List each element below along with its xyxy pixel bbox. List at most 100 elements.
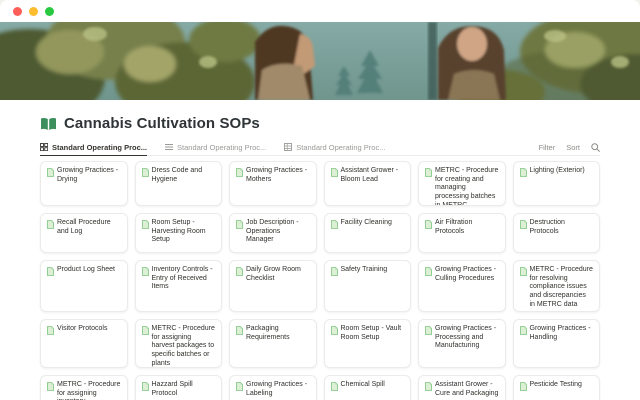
sop-card[interactable]: Growing Practices - Culling Procedures bbox=[418, 260, 506, 312]
close-window-button[interactable] bbox=[13, 7, 22, 16]
sop-card[interactable]: METRC - Procedure for resolving complian… bbox=[513, 260, 601, 312]
sop-card[interactable]: Growing Practices - Mothers bbox=[229, 161, 317, 206]
card-title: Growing Practices - Labeling bbox=[246, 381, 310, 398]
green-page-icon bbox=[142, 168, 149, 177]
card-title: Recall Procedure and Log bbox=[57, 219, 121, 236]
green-page-icon bbox=[236, 220, 243, 229]
tab-label: Standard Operating Proc... bbox=[177, 143, 266, 152]
tab-table-view[interactable]: Standard Operating Proc... bbox=[284, 139, 385, 155]
card-title: Lighting (Exterior) bbox=[530, 167, 585, 176]
card-title: Pesticide Testing bbox=[530, 381, 582, 390]
green-page-icon bbox=[47, 220, 54, 229]
green-page-icon bbox=[425, 267, 432, 276]
sop-card[interactable]: Chemical Spill bbox=[324, 375, 412, 400]
sop-card[interactable]: Visitor Protocols bbox=[40, 319, 128, 368]
green-page-icon bbox=[236, 326, 243, 335]
view-controls: Filter Sort bbox=[539, 143, 600, 152]
card-title: Chemical Spill bbox=[341, 381, 385, 390]
card-title: Job Description - Operations Manager bbox=[246, 219, 310, 245]
sop-card[interactable]: Lighting (Exterior) bbox=[513, 161, 601, 206]
green-page-icon bbox=[142, 267, 149, 276]
tab-label: Standard Operating Proc... bbox=[296, 143, 385, 152]
sop-card[interactable]: Dress Code and Hygiene bbox=[135, 161, 223, 206]
sop-card[interactable]: Pesticide Testing bbox=[513, 375, 601, 400]
card-title: Hazzard Spill Protocol bbox=[152, 381, 216, 398]
card-title: Packaging Requirements bbox=[246, 325, 310, 342]
page-cover-image bbox=[0, 22, 640, 100]
sop-card[interactable]: METRC - Procedure for assigning harvest … bbox=[135, 319, 223, 368]
green-page-icon bbox=[142, 326, 149, 335]
green-page-icon bbox=[236, 168, 243, 177]
card-title: METRC - Procedure for creating and manag… bbox=[435, 167, 499, 206]
card-title: Daily Grow Room Checklist bbox=[246, 266, 310, 283]
card-title: Safety Training bbox=[341, 266, 388, 275]
green-page-icon bbox=[425, 168, 432, 177]
sop-card[interactable]: Growing Practices - Drying bbox=[40, 161, 128, 206]
card-title: Assistant Grower - Cure and Packaging bbox=[435, 381, 499, 398]
zoom-window-button[interactable] bbox=[45, 7, 54, 16]
sop-card[interactable]: Room Setup - Harvesting Room Setup bbox=[135, 213, 223, 253]
green-open-book-icon bbox=[40, 117, 57, 131]
card-title: METRC - Procedure for assigning inventor… bbox=[57, 381, 121, 400]
sop-card[interactable]: Packaging Requirements bbox=[229, 319, 317, 368]
sop-card[interactable]: Growing Practices - Labeling bbox=[229, 375, 317, 400]
card-title: Room Setup - Vault Room Setup bbox=[341, 325, 405, 342]
tab-gallery-view[interactable]: Standard Operating Proc... bbox=[40, 139, 147, 155]
green-page-icon bbox=[47, 267, 54, 276]
card-title: Air Filtration Protocols bbox=[435, 219, 499, 236]
sop-card[interactable]: Assistant Grower - Cure and Packaging bbox=[418, 375, 506, 400]
tab-list-view[interactable]: Standard Operating Proc... bbox=[165, 139, 266, 155]
filter-button[interactable]: Filter bbox=[539, 143, 556, 152]
green-page-icon bbox=[425, 382, 432, 391]
sop-card[interactable]: Job Description - Operations Manager bbox=[229, 213, 317, 253]
card-title: Destruction Protocols bbox=[530, 219, 594, 236]
cover-illustration bbox=[0, 22, 640, 100]
card-title: Growing Practices - Mothers bbox=[246, 167, 310, 184]
card-title: Growing Practices - Culling Procedures bbox=[435, 266, 499, 283]
view-tabbar: Standard Operating Proc... Standard Oper… bbox=[40, 139, 600, 156]
page-header: Cannabis Cultivation SOPs bbox=[40, 113, 600, 134]
card-title: Growing Practices - Drying bbox=[57, 167, 121, 184]
sop-card[interactable]: Destruction Protocols bbox=[513, 213, 601, 253]
titlebar bbox=[0, 0, 640, 22]
sop-card[interactable]: Product Log Sheet bbox=[40, 260, 128, 312]
sop-card[interactable]: Facility Cleaning bbox=[324, 213, 412, 253]
green-page-icon bbox=[425, 220, 432, 229]
green-page-icon bbox=[47, 382, 54, 391]
green-page-icon bbox=[47, 326, 54, 335]
green-page-icon bbox=[520, 220, 527, 229]
card-title: Inventory Controls - Entry of Received I… bbox=[152, 266, 216, 292]
list-view-icon bbox=[165, 143, 173, 151]
sop-card[interactable]: Daily Grow Room Checklist bbox=[229, 260, 317, 312]
app-window: Cannabis Cultivation SOPs Standard Opera… bbox=[0, 0, 640, 400]
green-page-icon bbox=[47, 168, 54, 177]
minimize-window-button[interactable] bbox=[29, 7, 38, 16]
green-page-icon bbox=[331, 267, 338, 276]
sop-card[interactable]: Growing Practices - Processing and Manuf… bbox=[418, 319, 506, 368]
card-title: METRC - Procedure for resolving complian… bbox=[530, 266, 594, 310]
sop-card[interactable]: Room Setup - Vault Room Setup bbox=[324, 319, 412, 368]
sort-button[interactable]: Sort bbox=[566, 143, 580, 152]
table-view-icon bbox=[284, 143, 292, 151]
sop-card[interactable]: METRC - Procedure for creating and manag… bbox=[418, 161, 506, 206]
green-page-icon bbox=[331, 220, 338, 229]
search-icon[interactable] bbox=[591, 143, 600, 152]
card-grid: Growing Practices - Drying Dress Code an… bbox=[40, 161, 600, 400]
sop-card[interactable]: METRC - Procedure for assigning inventor… bbox=[40, 375, 128, 400]
card-title: Growing Practices - Handling bbox=[530, 325, 594, 342]
green-page-icon bbox=[425, 326, 432, 335]
card-title: Product Log Sheet bbox=[57, 266, 115, 275]
card-title: Growing Practices - Processing and Manuf… bbox=[435, 325, 499, 351]
sop-card[interactable]: Air Filtration Protocols bbox=[418, 213, 506, 253]
sop-card[interactable]: Inventory Controls - Entry of Received I… bbox=[135, 260, 223, 312]
sop-card[interactable]: Assistant Grower - Bloom Lead bbox=[324, 161, 412, 206]
green-page-icon bbox=[331, 168, 338, 177]
sop-card[interactable]: Recall Procedure and Log bbox=[40, 213, 128, 253]
card-title: Visitor Protocols bbox=[57, 325, 107, 334]
sop-card[interactable]: Growing Practices - Handling bbox=[513, 319, 601, 368]
green-page-icon bbox=[520, 326, 527, 335]
green-page-icon bbox=[142, 382, 149, 391]
sop-card[interactable]: Hazzard Spill Protocol bbox=[135, 375, 223, 400]
sop-card[interactable]: Safety Training bbox=[324, 260, 412, 312]
green-page-icon bbox=[236, 267, 243, 276]
